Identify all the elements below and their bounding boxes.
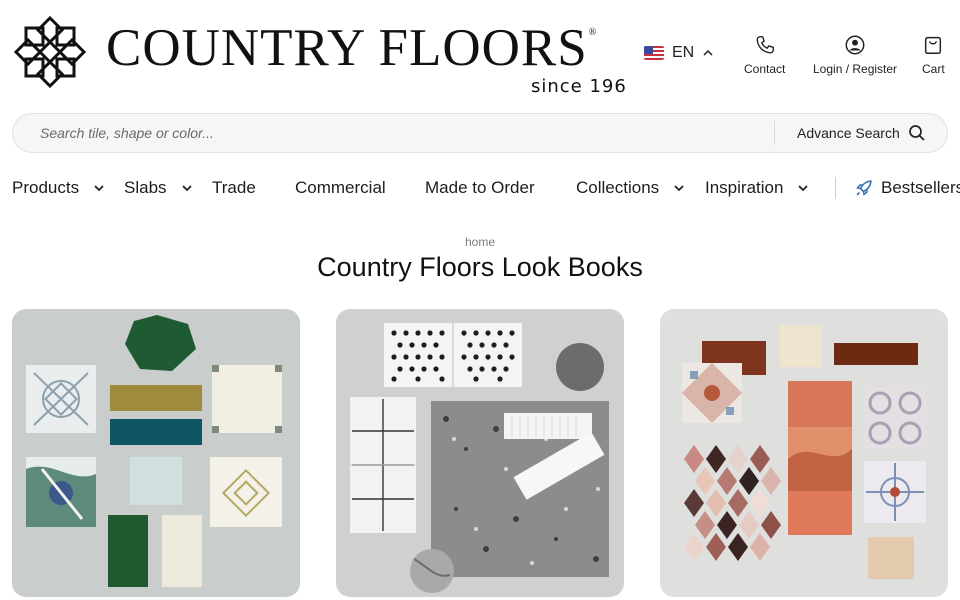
nav-label: Bestsellers	[881, 178, 960, 197]
chevron-down-icon	[674, 185, 684, 192]
breadcrumb-home-link[interactable]: home	[465, 235, 495, 249]
nav-item-slabs[interactable]: Slabs	[124, 178, 193, 198]
cart-bag-icon	[925, 36, 942, 54]
registered-mark: ®	[588, 27, 598, 38]
tile-flatlay-image	[12, 309, 300, 597]
chevron-up-icon	[703, 49, 713, 56]
site-header: COUNTRY FLOORS® since 196 EN Contact Log…	[0, 0, 960, 105]
login-register-link[interactable]: Login / Register	[813, 34, 897, 76]
phone-icon	[756, 36, 774, 54]
brand-name[interactable]: COUNTRY FLOORS®	[106, 22, 597, 75]
cart-link[interactable]: Cart	[922, 34, 945, 76]
login-register-label: Login / Register	[813, 62, 898, 76]
nav-item-collections[interactable]: Collections	[576, 178, 685, 198]
advance-search-label: Advance Search	[797, 125, 900, 141]
nav-item-bestsellers[interactable]: Bestsellers	[855, 178, 960, 198]
search-divider	[774, 121, 775, 145]
user-icon	[845, 35, 865, 55]
nav-item-products[interactable]: Products	[12, 178, 105, 198]
lookbook-card-2[interactable]	[336, 309, 624, 597]
nav-label: Slabs	[124, 178, 167, 197]
nav-item-inspiration[interactable]: Inspiration	[705, 178, 809, 198]
logo-icon[interactable]	[12, 14, 88, 90]
search-bar: Advance Search	[12, 113, 948, 153]
search-icon	[908, 125, 925, 141]
rocket-icon	[856, 180, 872, 196]
tile-flatlay-image	[660, 309, 948, 597]
chevron-down-icon	[94, 185, 104, 192]
nav-label: Trade	[212, 178, 256, 197]
nav-item-trade[interactable]: Trade	[212, 178, 256, 198]
nav-label: Made to Order	[425, 178, 535, 197]
lookbook-card-1[interactable]	[12, 309, 300, 597]
nav-item-made-to-order[interactable]: Made to Order	[425, 178, 535, 198]
nav-label: Commercial	[295, 178, 386, 197]
contact-label: Contact	[744, 62, 786, 76]
advance-search-button[interactable]: Advance Search	[797, 114, 926, 152]
language-code: EN	[672, 44, 695, 61]
nav-divider	[835, 177, 836, 199]
search-input[interactable]	[14, 115, 772, 151]
nav-item-commercial[interactable]: Commercial	[295, 178, 386, 198]
chevron-down-icon	[798, 185, 809, 192]
language-selector[interactable]: EN	[644, 44, 714, 62]
tile-flatlay-image	[336, 309, 624, 597]
cart-label: Cart	[922, 62, 945, 76]
brand-tagline: since 196	[531, 76, 627, 97]
main-navigation: Products Slabs Trade Commercial Made to …	[0, 168, 960, 208]
page-title: Country Floors Look Books	[317, 252, 643, 282]
us-flag-icon	[644, 46, 664, 60]
breadcrumb: home	[0, 235, 960, 249]
nav-label: Collections	[576, 178, 660, 197]
nav-label: Products	[12, 178, 80, 197]
lookbook-card-3[interactable]	[660, 309, 948, 597]
contact-link[interactable]: Contact	[744, 34, 785, 76]
chevron-down-icon	[181, 185, 192, 192]
nav-label: Inspiration	[705, 178, 784, 197]
